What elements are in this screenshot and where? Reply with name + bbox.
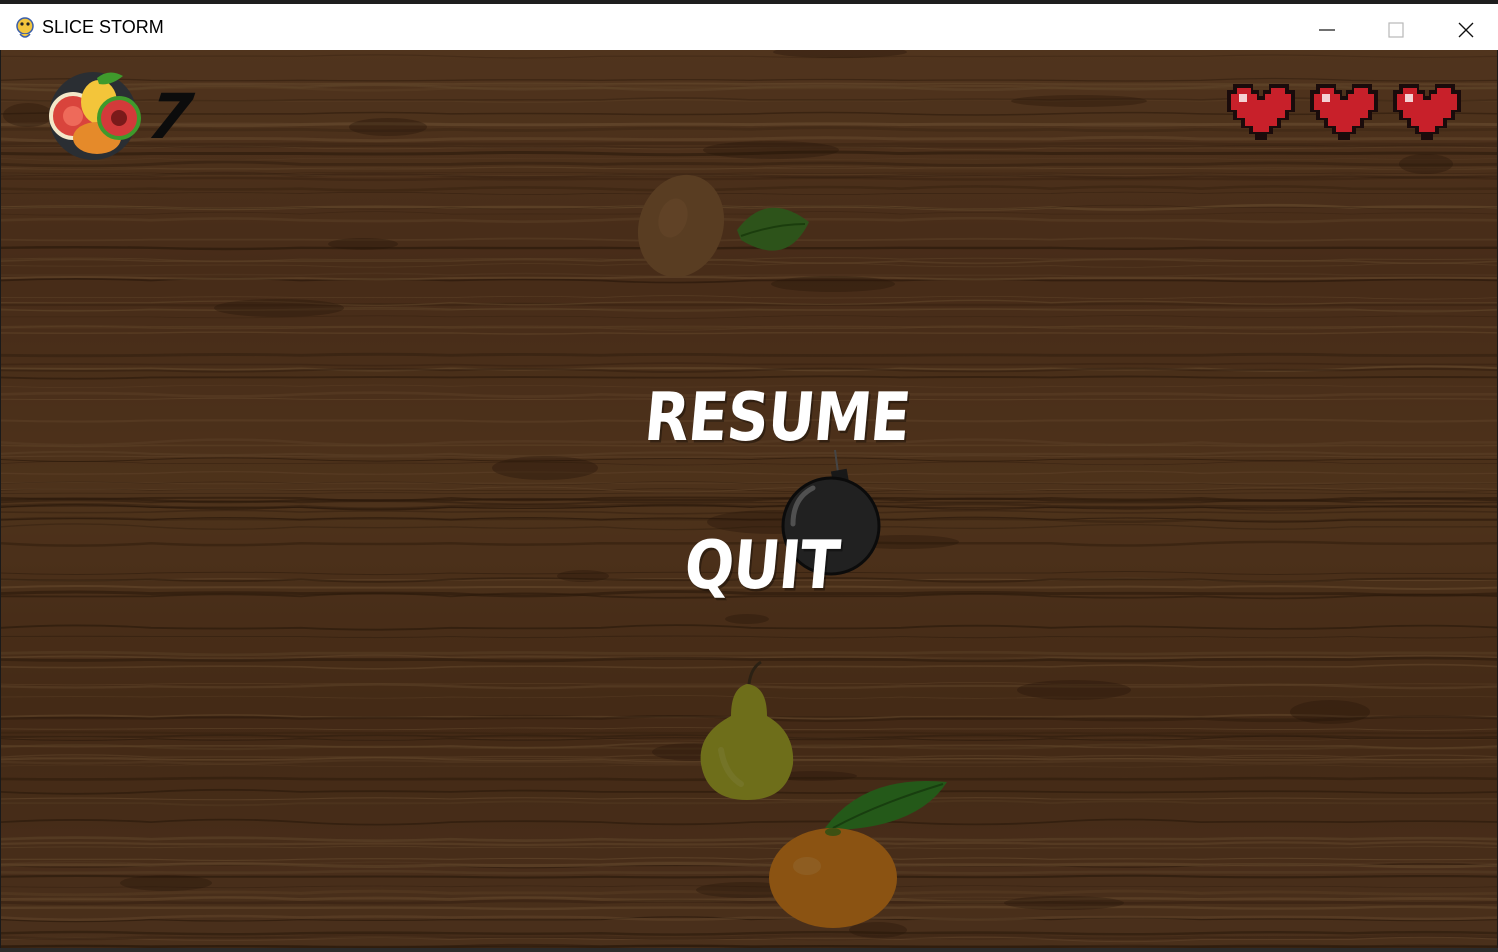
screen-bottom-edge (0, 948, 1498, 952)
wood-knot (3, 103, 53, 127)
pygame-snake-icon (16, 17, 34, 38)
wood-knot (349, 118, 427, 136)
close-icon (1458, 22, 1474, 38)
pixel-heart-icon (1310, 84, 1378, 140)
pixel-heart-icon (1227, 84, 1295, 140)
wood-knot (1399, 154, 1453, 174)
wood-knot (328, 238, 398, 250)
wood-knot (557, 570, 609, 582)
game-canvas[interactable]: 7 RESUME QUIT (1, 50, 1497, 948)
minimize-button[interactable] (1304, 8, 1350, 52)
wood-knot (1011, 95, 1147, 107)
wood-knot (1004, 896, 1124, 910)
fruit-bowl-icon (49, 72, 141, 160)
wood-knot (214, 299, 344, 317)
close-button[interactable] (1443, 8, 1489, 52)
maximize-button[interactable] (1373, 8, 1419, 52)
wood-knot (725, 614, 769, 624)
minimize-icon (1319, 29, 1335, 31)
wood-knot (1290, 700, 1370, 724)
orange-fruit[interactable] (767, 778, 957, 930)
resume-button[interactable]: RESUME (641, 378, 913, 456)
wood-knot (120, 875, 212, 891)
window-titlebar[interactable]: SLICE STORM (0, 4, 1498, 50)
maximize-icon (1388, 22, 1404, 38)
quit-button[interactable]: QUIT (681, 526, 842, 604)
wood-grain-line (1, 352, 1497, 358)
wood-knot (703, 141, 839, 159)
wood-grain-line (1, 869, 1497, 875)
wood-knot (492, 456, 598, 480)
pixel-heart-icon (1393, 84, 1461, 140)
wood-knot (1017, 680, 1131, 700)
window-title: SLICE STORM (42, 17, 164, 37)
kiwi-fruit[interactable] (637, 172, 817, 282)
